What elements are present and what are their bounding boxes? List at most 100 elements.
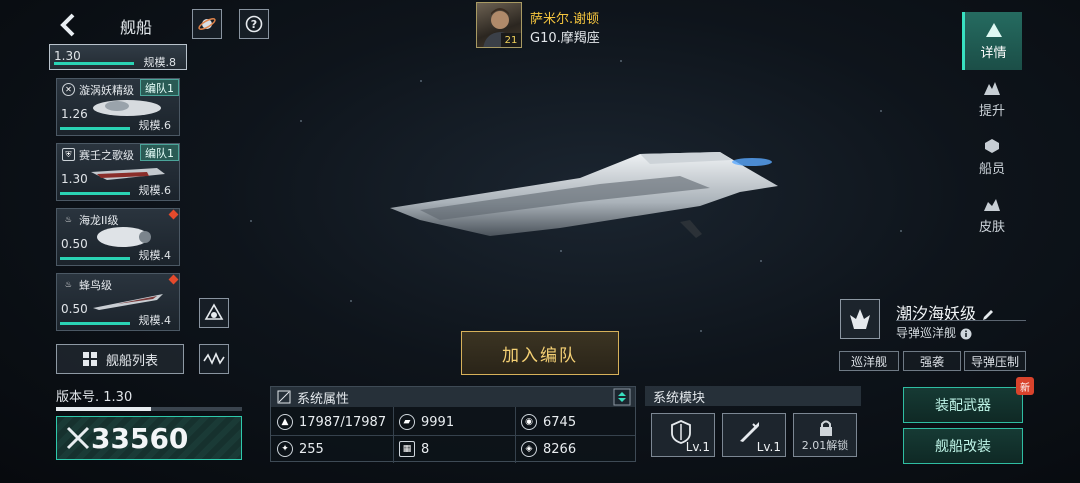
question-icon: ? [245, 15, 263, 33]
upgrade-icon [984, 81, 1000, 95]
attr-value: 17987/17987 [299, 414, 387, 430]
module-level: Lv.1 [685, 440, 710, 454]
tab-label: 详情 [980, 45, 1007, 61]
captain-level: 21 [501, 33, 521, 47]
attr-value: 9991 [421, 414, 455, 430]
info-icon[interactable] [960, 328, 972, 340]
system-modules-panel: 系统模块 Lv.1 Lv.1 2.01解锁 [645, 386, 861, 462]
ship-progress-bar [60, 127, 130, 130]
system-attributes-panel: 系统属性 ▲ 17987/17987 ▰ 9991 ◉ 6745 ✦ 255 ▦ 8 ◈ 8… [270, 386, 636, 463]
ship-tag: 导弹压制 [964, 351, 1026, 371]
planet-icon [198, 18, 216, 30]
module-slot[interactable]: Lv.1 [722, 413, 786, 457]
ship-name: 蜂鸟级 [79, 279, 112, 292]
filter-class-button[interactable] [199, 298, 229, 328]
wave-icon [203, 352, 225, 365]
divider [896, 320, 1026, 321]
attributes-header: 系统属性 [271, 387, 635, 407]
attr-shield: ◉ 6745 [521, 409, 576, 435]
flame-class-icon: ♨ [64, 280, 73, 289]
version-progress [56, 407, 242, 411]
attr-value: 255 [299, 441, 324, 457]
target-icon: ◈ [521, 441, 537, 457]
crossed-swords-icon [66, 426, 90, 450]
ship-name: 海龙II级 [79, 214, 119, 227]
ship-model[interactable] [380, 140, 780, 250]
ship-type-label: 导弹巡洋舰 [896, 326, 957, 340]
ship-version: 1.30 [54, 49, 81, 63]
energy-icon: ▦ [399, 441, 415, 457]
ship-progress-bar [54, 62, 134, 65]
ship-card[interactable]: ✕ 漩涡妖精级 编队1 1.26 规模.6 [56, 78, 180, 136]
attr-value: 6745 [543, 414, 577, 430]
ship-card[interactable]: ♨ 海龙II级 0.50 规模.4 [56, 208, 180, 266]
ship-progress-bar [60, 322, 130, 325]
ship-scale: 规模.6 [138, 184, 172, 197]
equip-weapons-button[interactable]: 装配武器 [903, 387, 1023, 423]
ship-version: 1.30 [61, 172, 88, 186]
captain-avatar[interactable]: 21 [476, 2, 522, 48]
help-button[interactable]: ? [239, 9, 269, 39]
attr-value: 8266 [543, 441, 577, 457]
new-badge: 新 [1016, 377, 1034, 395]
join-fleet-button[interactable]: 加入编队 [461, 331, 619, 375]
tab-crew[interactable]: 船员 [962, 128, 1022, 186]
tab-skin[interactable]: 皮肤 [962, 186, 1022, 244]
attributes-title: 系统属性 [297, 391, 350, 407]
unlock-requirement: 2.01解锁 [801, 439, 849, 452]
ship-progress-bar [60, 257, 130, 260]
svg-text:?: ? [251, 18, 257, 31]
divider [271, 435, 635, 436]
flame-emblem-icon [850, 309, 870, 329]
flame-class-icon: ♨ [64, 215, 73, 224]
alert-dot [168, 274, 179, 285]
fleet-badge: 编队1 [140, 144, 179, 161]
ship-scale: 规模.6 [138, 119, 172, 132]
module-slot[interactable]: Lv.1 [651, 413, 715, 457]
tab-label: 船员 [978, 161, 1005, 177]
ship-scale: 规模.8 [143, 56, 177, 69]
ship-version: 1.26 [61, 107, 88, 121]
ship-scale: 规模.4 [138, 314, 172, 327]
back-button[interactable] [56, 12, 80, 38]
toggle-icon[interactable] [613, 388, 631, 406]
chevron-left-icon [60, 13, 75, 37]
ship-name: 赛壬之歌级 [79, 149, 134, 162]
shield-class-icon: ⛨ [62, 148, 75, 161]
tab-label: 皮肤 [978, 219, 1005, 235]
tab-upgrade[interactable]: 提升 [962, 70, 1022, 128]
ship-type: 导弹巡洋舰 [896, 324, 972, 341]
version-label: 版本号. 1.30 [56, 390, 133, 405]
module-level: Lv.1 [756, 440, 781, 454]
page-title: 舰船 [120, 18, 153, 37]
ship-refit-button[interactable]: 舰船改装 [903, 428, 1023, 464]
tab-details[interactable]: 详情 [962, 12, 1022, 70]
fleet-emblem-icon [204, 303, 224, 320]
attr-armor: ▰ 9991 [399, 409, 454, 435]
ship-progress-bar [60, 192, 130, 195]
skin-icon [984, 198, 1000, 211]
ship-card-selected[interactable]: 1.30 规模.8 [49, 44, 187, 70]
captain-subtitle: G10.摩羯座 [530, 31, 600, 46]
filter-type-button[interactable] [199, 344, 229, 374]
galaxy-button[interactable] [192, 9, 222, 39]
ship-emblem [840, 299, 880, 339]
ship-list-button[interactable]: 舰船列表 [56, 344, 184, 374]
attr-speed: ✦ 255 [277, 436, 324, 462]
attr-energy: ▦ 8 [399, 436, 429, 462]
details-icon [985, 22, 1002, 37]
ship-version: 0.50 [61, 237, 88, 251]
alert-dot [168, 209, 179, 220]
captain-name: 萨米尔.谢顿 [530, 12, 600, 27]
module-slot-locked[interactable]: 2.01解锁 [793, 413, 857, 457]
ship-version: 0.50 [61, 302, 88, 316]
ship-scale: 规模.4 [138, 249, 172, 262]
shield-icon: ◉ [521, 414, 537, 430]
side-tabs: 详情 提升 船员 皮肤 [962, 12, 1024, 244]
ship-card[interactable]: ⛨ 赛壬之歌级 编队1 1.30 规模.6 [56, 143, 180, 201]
fleet-badge: 编队1 [140, 79, 179, 96]
stats-icon [277, 390, 291, 404]
modules-title: 系统模块 [645, 386, 861, 406]
ship-card[interactable]: ♨ 蜂鸟级 0.50 规模.4 [56, 273, 180, 331]
ship-tag: 巡洋舰 [839, 351, 899, 371]
